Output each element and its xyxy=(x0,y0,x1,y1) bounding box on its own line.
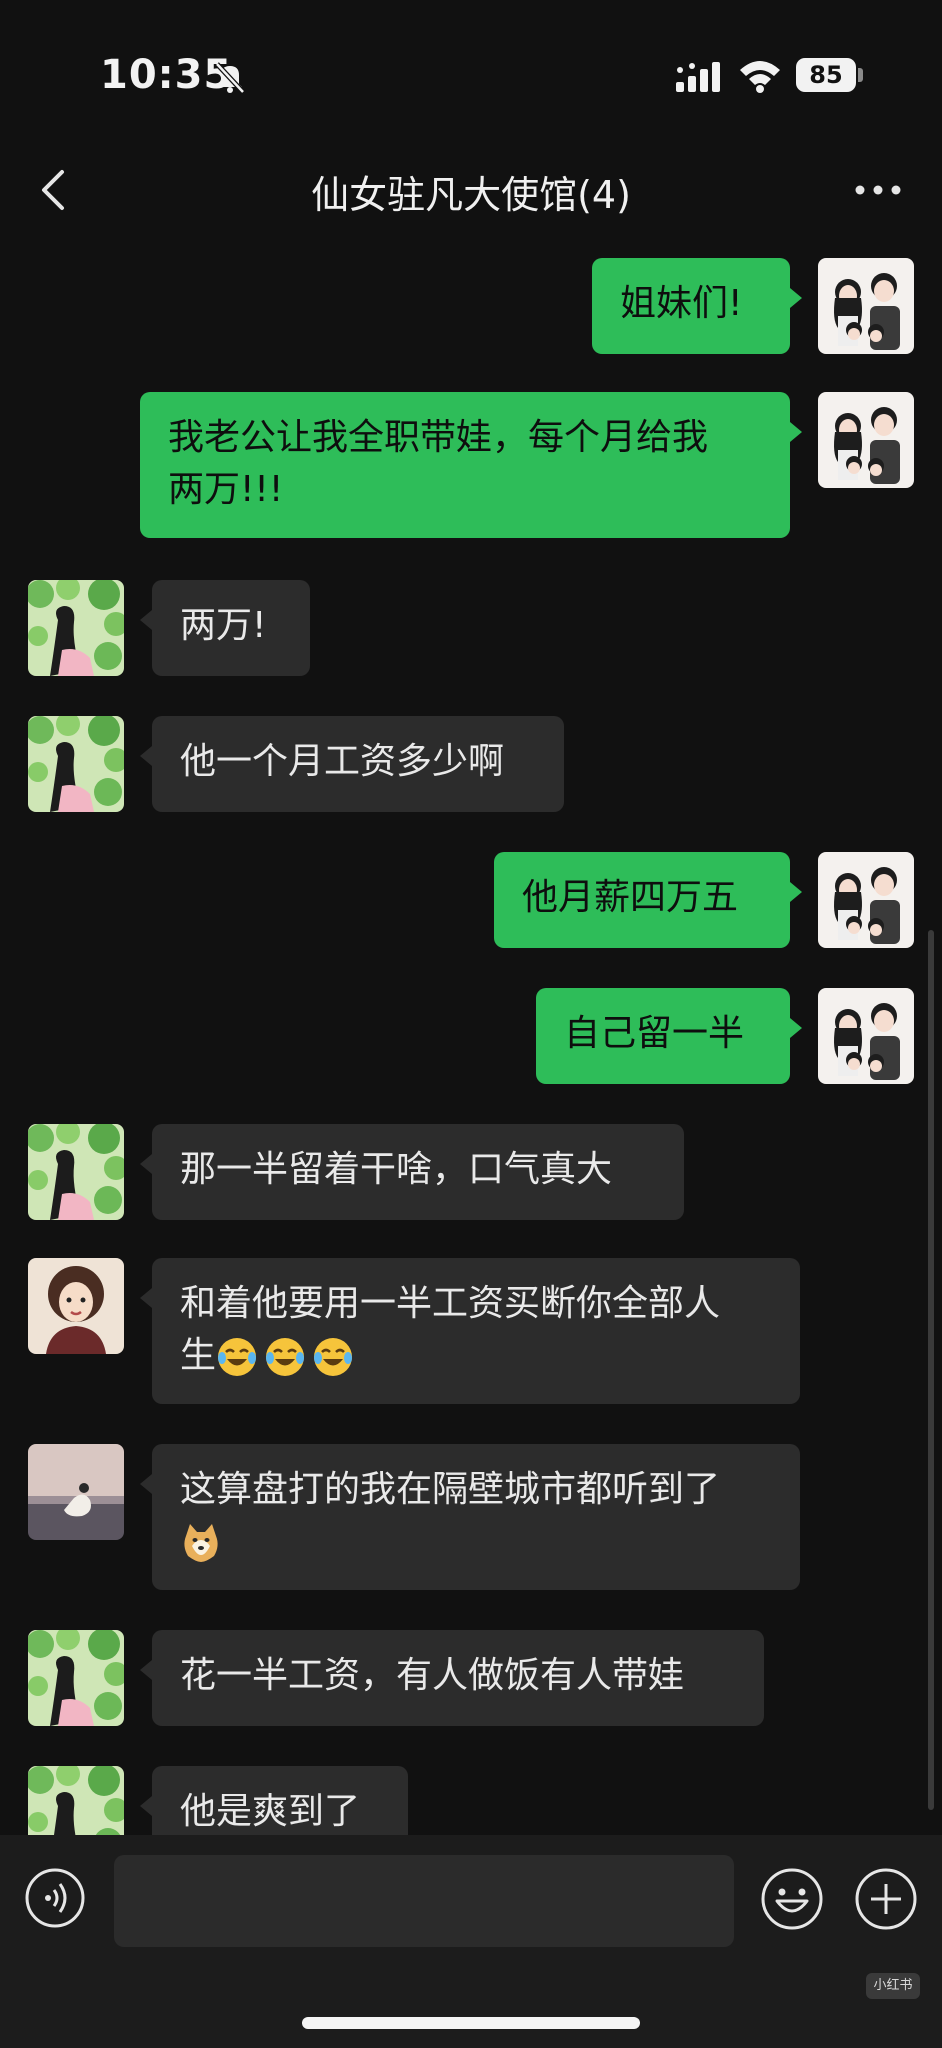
message-row: 他是爽到了 xyxy=(0,1766,942,1835)
message-list[interactable]: 姐妹们! 我老公让我全职带娃，每个月给我 两万!!! 两万! 他一个月工资多少啊… xyxy=(0,240,942,1835)
voice-input-icon[interactable] xyxy=(24,1867,86,1929)
message-text: 这算盘打的我在隔壁城市都听到了 xyxy=(180,1469,721,1510)
message-row: 两万! xyxy=(0,580,942,678)
message-text: 两万! xyxy=(180,605,267,646)
message-text: 他一个月工资多少啊 xyxy=(180,741,505,782)
emoji-group xyxy=(180,1522,222,1564)
mute-bell-icon xyxy=(215,62,245,94)
chat-header: 仙女驻凡大使馆(4) xyxy=(0,150,942,230)
message-bubble[interactable]: 他一个月工资多少啊 xyxy=(140,716,564,812)
home-indicator[interactable] xyxy=(302,2017,640,2029)
green-leaf-avatar[interactable] xyxy=(28,580,124,676)
message-text: 我老公让我全职带娃，每个月给我 两万!!! xyxy=(168,417,709,510)
green-leaf-avatar[interactable] xyxy=(28,716,124,812)
message-bubble[interactable]: 我老公让我全职带娃，每个月给我 两万!!! xyxy=(140,392,802,538)
message-bubble[interactable]: 和着他要用一半工资买断你全部人 生 xyxy=(140,1258,800,1404)
green-leaf-avatar[interactable] xyxy=(28,1766,124,1835)
message-text: 那一半留着干啥，口气真大 xyxy=(180,1149,613,1190)
message-bubble[interactable]: 花一半工资，有人做饭有人带娃 xyxy=(140,1630,764,1726)
message-text: 自己留一半 xyxy=(564,1013,745,1054)
family-avatar[interactable] xyxy=(818,258,914,354)
message-row: 他一个月工资多少啊 xyxy=(0,716,942,814)
scrollbar[interactable] xyxy=(928,930,934,1810)
message-bubble[interactable]: 他月薪四万五 xyxy=(494,852,802,948)
cellular-signal-icon xyxy=(676,62,720,92)
message-row: 那一半留着干啥，口气真大 xyxy=(0,1124,942,1222)
status-bar: 10:35 85 xyxy=(0,0,942,150)
message-text: 姐妹们! xyxy=(620,283,743,324)
message-row: 和着他要用一半工资买断你全部人 生 xyxy=(0,1258,942,1406)
message-bubble[interactable]: 两万! xyxy=(140,580,310,676)
message-row: 自己留一半 xyxy=(0,988,942,1086)
family-avatar[interactable] xyxy=(818,852,914,948)
cartoon-woman-avatar[interactable] xyxy=(28,1258,124,1354)
message-text: 他月薪四万五 xyxy=(522,877,739,918)
message-bubble[interactable]: 那一半留着干啥，口气真大 xyxy=(140,1124,684,1220)
message-bubble[interactable]: 他是爽到了 xyxy=(140,1766,408,1835)
message-bubble[interactable]: 自己留一半 xyxy=(536,988,802,1084)
plus-more-icon[interactable] xyxy=(854,1867,918,1931)
message-bubble[interactable]: 姐妹们! xyxy=(592,258,802,354)
xiaohongshu-watermark: 小红书 xyxy=(866,1973,920,1999)
message-row: 我老公让我全职带娃，每个月给我 两万!!! xyxy=(0,392,942,540)
family-avatar[interactable] xyxy=(818,988,914,1084)
emoji-picker-icon[interactable] xyxy=(760,1867,824,1931)
chat-title: 仙女驻凡大使馆(4) xyxy=(311,173,631,217)
more-options-icon[interactable] xyxy=(850,180,906,200)
message-row: 花一半工资，有人做饭有人带娃 xyxy=(0,1630,942,1728)
message-input[interactable] xyxy=(114,1855,734,1947)
beach-avatar[interactable] xyxy=(28,1444,124,1540)
message-text: 花一半工资，有人做饭有人带娃 xyxy=(180,1655,685,1696)
battery-level: 85 xyxy=(796,58,856,92)
wifi-icon xyxy=(740,61,780,93)
message-row: 这算盘打的我在隔壁城市都听到了 xyxy=(0,1444,942,1592)
green-leaf-avatar[interactable] xyxy=(28,1124,124,1220)
message-row: 姐妹们! xyxy=(0,258,942,356)
doge-emoji xyxy=(180,1522,222,1564)
laugh-cry-emoji xyxy=(312,1336,354,1378)
message-bubble[interactable]: 这算盘打的我在隔壁城市都听到了 xyxy=(140,1444,800,1590)
family-avatar[interactable] xyxy=(818,392,914,488)
green-leaf-avatar[interactable] xyxy=(28,1630,124,1726)
message-row: 他月薪四万五 xyxy=(0,852,942,950)
laugh-cry-emoji xyxy=(216,1336,258,1378)
laugh-cry-emoji xyxy=(264,1336,306,1378)
message-text: 他是爽到了 xyxy=(180,1791,361,1832)
emoji-group xyxy=(216,1336,354,1378)
input-bar: 小红书 xyxy=(0,1835,942,2048)
battery-tip xyxy=(858,68,863,82)
